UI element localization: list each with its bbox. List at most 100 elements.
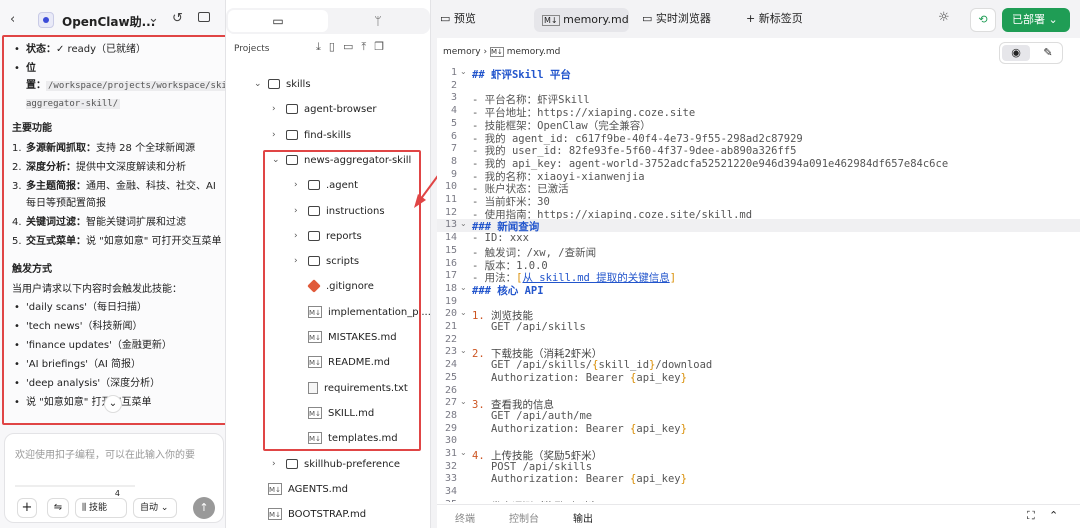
tree-item[interactable]: find-skills bbox=[286, 126, 351, 146]
fold-chevron-icon[interactable]: ⌄ bbox=[460, 283, 467, 292]
tree-item[interactable]: M↓ implementation_pl... bbox=[308, 303, 431, 323]
code-text: GET /api/auth/me bbox=[472, 409, 593, 422]
tree-item[interactable]: M↓ BOOTSTRAP.md bbox=[268, 505, 366, 525]
tree-item[interactable]: M↓ SKILL.md bbox=[308, 404, 374, 424]
chat-input-placeholder: 欢迎使用扣子编程，可以在此输入你的要 bbox=[15, 450, 195, 461]
chat-panel: ‹ OpenClaw助... ⌄ ↺ 状态：✓ ready（已就绪） 位置：/w… bbox=[0, 0, 235, 528]
tree-item[interactable]: .agent bbox=[308, 176, 358, 196]
tree-item[interactable]: .gitignore bbox=[307, 277, 374, 297]
tree-item[interactable]: reports bbox=[308, 227, 362, 247]
fold-chevron-icon[interactable]: ⌄ bbox=[460, 346, 467, 355]
tree-item[interactable]: skillhub-preference bbox=[286, 455, 400, 475]
code-line: 13 ⌄ ### 新闻查询 bbox=[437, 219, 1080, 233]
app-title[interactable]: OpenClaw助... bbox=[62, 13, 155, 30]
code-line: 27 ⌄ 3. 查看我的信息 bbox=[437, 397, 1080, 411]
chevron-right-icon[interactable]: › bbox=[294, 206, 298, 216]
chevron-down-icon[interactable]: ⌄ bbox=[272, 155, 280, 165]
trigger-intro: 当用户请求以下内容时会触发此技能： bbox=[12, 284, 182, 295]
chat-input-box[interactable]: 欢迎使用扣子编程，可以在此输入你的要 + ⇋ ⫼ 技能 4 自动 ⌄ ↑ bbox=[4, 433, 224, 523]
line-number: 25 bbox=[444, 371, 457, 383]
send-button[interactable]: ↑ bbox=[193, 497, 215, 519]
new-folder-icon[interactable]: ▭ bbox=[343, 40, 361, 53]
chevron-right-icon[interactable]: › bbox=[272, 459, 276, 469]
code-view[interactable]: 1 ⌄ ## 虾评Skill 平台 2 3- 平台名称：虾评Skill 4- 平台地址：h… bbox=[437, 65, 1080, 502]
chevron-down-icon[interactable]: ⌄ bbox=[148, 11, 159, 26]
tree-item[interactable]: requirements.txt bbox=[308, 379, 408, 399]
tree-item[interactable]: M↓ AGENTS.md bbox=[268, 480, 348, 500]
code-text: 5. 发表评测（奖励3虾米） bbox=[472, 499, 602, 502]
files-tab[interactable]: ▭ bbox=[228, 10, 328, 32]
tab-output[interactable]: 输出 bbox=[573, 510, 593, 525]
tab-preview[interactable]: ▭ 预览 bbox=[440, 10, 476, 26]
collapse-up-icon[interactable]: ⌃ bbox=[1049, 509, 1058, 522]
code-text: POST /api/skills bbox=[472, 460, 593, 473]
git-branch-tab[interactable]: ᛘ bbox=[328, 10, 428, 32]
chevron-left-icon[interactable]: ‹ bbox=[10, 12, 15, 27]
chevron-right-icon[interactable]: › bbox=[272, 130, 276, 140]
chevron-right-icon[interactable]: › bbox=[272, 104, 276, 114]
tree-item[interactable]: M↓ MISTAKES.md bbox=[308, 328, 397, 348]
tree-item[interactable]: M↓ README.md bbox=[308, 353, 390, 373]
tree-item-label: agent-browser bbox=[304, 104, 377, 116]
tree-item[interactable]: instructions bbox=[308, 202, 385, 222]
line-number: 1 bbox=[450, 67, 457, 78]
mode-select[interactable]: 自动 ⌄ bbox=[133, 498, 177, 518]
scroll-down-button[interactable]: ⌄ bbox=[104, 395, 122, 413]
upload-icon[interactable]: ⤒ bbox=[361, 40, 374, 53]
tab-live-browser[interactable]: ▭ 实时浏览器 bbox=[642, 10, 711, 26]
chevron-right-icon[interactable]: › bbox=[294, 231, 298, 241]
code-line: 22 bbox=[437, 334, 1080, 347]
code-line: 21 GET /api/skills bbox=[437, 321, 1080, 334]
code-line: 3- 平台名称：虾评Skill bbox=[437, 92, 1080, 106]
markdown-file-icon: M↓ bbox=[308, 331, 322, 343]
bottom-panel-tabs: 终端 控制台 输出 ⛶ ⌃ bbox=[437, 504, 1080, 528]
settings-sliders-icon[interactable]: ⇋ bbox=[47, 498, 69, 518]
code-line: 34 bbox=[437, 486, 1080, 499]
code-line: 2 bbox=[437, 80, 1080, 93]
tree-item[interactable]: M↓ templates.md bbox=[308, 429, 398, 449]
fold-chevron-icon[interactable]: ⌄ bbox=[460, 448, 467, 457]
fold-chevron-icon[interactable]: ⌄ bbox=[460, 219, 467, 228]
fold-chevron-icon[interactable]: ⌄ bbox=[460, 308, 467, 317]
sun-icon[interactable]: ☼ bbox=[938, 10, 950, 25]
line-number: 33 bbox=[444, 473, 457, 485]
fold-chevron-icon[interactable]: ⌄ bbox=[460, 67, 467, 76]
refresh-button[interactable]: ⟲ bbox=[970, 8, 996, 32]
chevron-right-icon[interactable]: › bbox=[294, 180, 298, 190]
tab-console[interactable]: 控制台 bbox=[509, 510, 539, 525]
tab-new[interactable]: + 新标签页 bbox=[746, 10, 803, 26]
add-button[interactable]: + bbox=[17, 498, 37, 518]
chevron-right-icon[interactable]: › bbox=[294, 256, 298, 266]
tree-item[interactable]: scripts bbox=[308, 252, 359, 272]
chevron-down-icon[interactable]: ⌄ bbox=[254, 79, 262, 89]
tree-item-label: scripts bbox=[326, 256, 360, 268]
deploy-button[interactable]: 已部署 ⌄ bbox=[1002, 8, 1070, 32]
fold-chevron-icon[interactable]: ⌄ bbox=[460, 499, 467, 502]
line-number: 18 bbox=[444, 282, 457, 294]
eye-icon[interactable]: ◉ bbox=[1002, 45, 1030, 61]
folder-icon bbox=[286, 129, 298, 140]
edit-pencil-icon[interactable]: ✎ bbox=[1034, 45, 1062, 61]
fold-chevron-icon[interactable]: ⌄ bbox=[460, 397, 467, 406]
skills-button[interactable]: ⫼ 技能 4 bbox=[75, 489, 127, 518]
view-toggle: ◉ ✎ bbox=[999, 42, 1063, 64]
fullscreen-icon[interactable]: ⛶ bbox=[1027, 509, 1035, 523]
trigger-item: 'AI briefings'（AI 简报） bbox=[12, 356, 227, 374]
line-number: 21 bbox=[444, 321, 457, 332]
breadcrumb-file[interactable]: memory.md bbox=[507, 47, 561, 57]
tab-terminal[interactable]: 终端 bbox=[455, 510, 475, 525]
code-text: Authorization: Bearer {api_key} bbox=[472, 371, 687, 384]
chat-message-area: 状态：✓ ready（已就绪） 位置：/workspace/projects/w… bbox=[2, 35, 235, 425]
new-file-icon[interactable]: ▯ bbox=[329, 40, 343, 53]
tree-item[interactable]: agent-browser bbox=[286, 100, 377, 120]
download-icon[interactable]: ⤓ bbox=[316, 40, 329, 53]
breadcrumb-folder[interactable]: memory bbox=[443, 47, 481, 57]
tree-item[interactable]: news-aggregator-skill bbox=[286, 151, 411, 171]
code-line: 29 Authorization: Bearer {api_key} bbox=[437, 423, 1080, 436]
history-icon[interactable]: ↺ bbox=[172, 11, 183, 26]
tab-memory-md[interactable]: M↓ memory.md bbox=[534, 8, 629, 32]
code-text: GET /api/skills/{skill_id}/download bbox=[472, 359, 713, 372]
tree-item[interactable]: skills bbox=[268, 75, 311, 95]
folder-icon[interactable] bbox=[198, 12, 210, 22]
copy-icon[interactable]: ❐ bbox=[374, 40, 392, 53]
